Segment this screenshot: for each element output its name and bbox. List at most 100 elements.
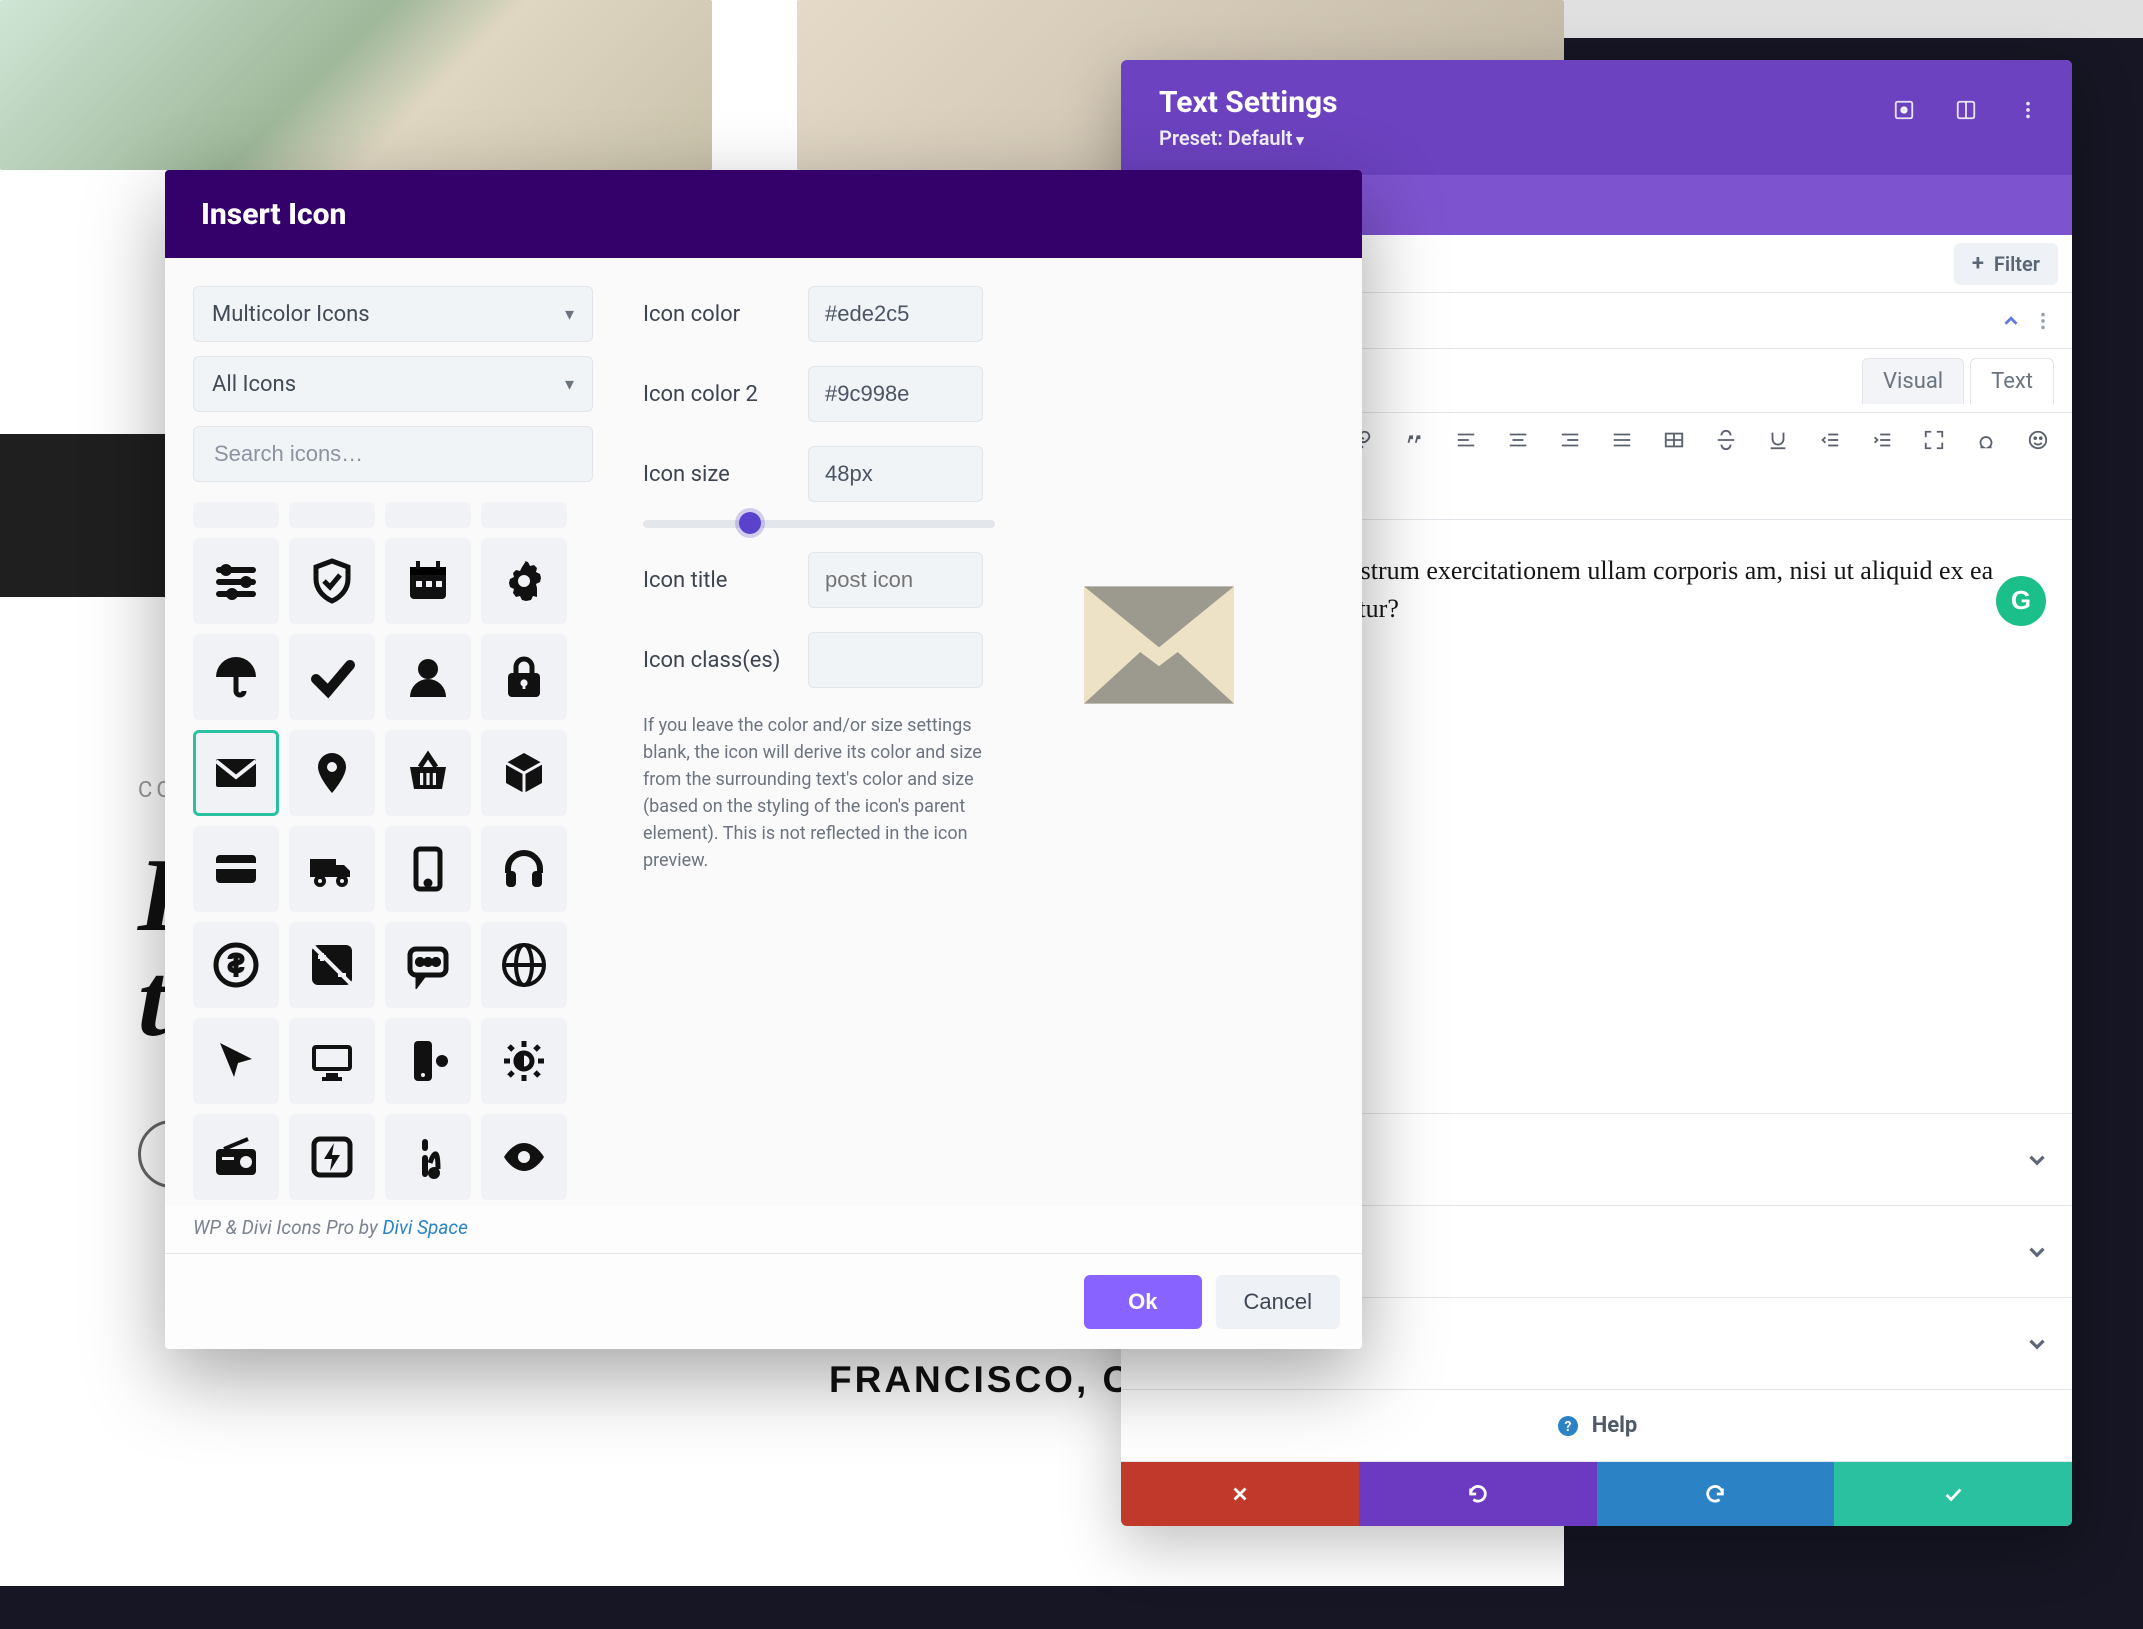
icon-color-input[interactable] [808, 286, 983, 342]
basket-icon[interactable] [385, 730, 471, 816]
align-justify-icon[interactable] [1601, 419, 1643, 461]
text-settings-header: Text Settings Preset: Default [1121, 60, 2072, 175]
icon-color2-input[interactable] [808, 366, 983, 422]
fullscreen-icon[interactable] [1884, 90, 1924, 130]
cancel-button[interactable]: Cancel [1216, 1275, 1340, 1329]
panel-save-button[interactable] [1834, 1462, 2072, 1526]
help-label: Help [1592, 1413, 1638, 1438]
truck-icon[interactable] [289, 826, 375, 912]
umbrella-icon[interactable] [193, 634, 279, 720]
lock-icon[interactable] [481, 634, 567, 720]
icon-settings-description: If you leave the color and/or size setti… [643, 712, 983, 874]
phone-dot-icon[interactable] [385, 1018, 471, 1104]
icon-classes-label: Icon class(es) [643, 648, 788, 673]
panel-undo-button[interactable] [1359, 1462, 1597, 1526]
lowercase-i-icon[interactable] [385, 1114, 471, 1200]
icon-color-label: Icon color [643, 302, 788, 327]
bg-location-line: FRANCISCO, CA [829, 1359, 1162, 1401]
eye-icon[interactable] [481, 1114, 567, 1200]
icon-filter-select[interactable]: All Icons ▾ [193, 356, 593, 412]
plus-minus-icon[interactable] [289, 922, 375, 1008]
help-link[interactable]: ? Help [1121, 1390, 2072, 1462]
align-right-icon[interactable] [1549, 419, 1591, 461]
icon-category-value: Multicolor Icons [212, 302, 370, 327]
text-settings-title: Text Settings [1159, 85, 1338, 120]
sun-icon[interactable] [481, 1018, 567, 1104]
placeholder-icon[interactable] [193, 502, 279, 528]
more-vertical-icon[interactable] [2008, 90, 2048, 130]
editor-tab-visual[interactable]: Visual [1862, 358, 1964, 404]
map-pin-icon[interactable] [289, 730, 375, 816]
chevron-down-icon: ▾ [565, 374, 574, 395]
dollar-circle-icon[interactable] [193, 922, 279, 1008]
strikethrough-icon[interactable] [1705, 419, 1747, 461]
calendar-icon[interactable] [385, 538, 471, 624]
icon-preview-area [983, 286, 1334, 1200]
icon-grid-wrapper [193, 502, 593, 1200]
collapse-up-icon[interactable] [2000, 310, 2022, 332]
icon-title-input[interactable] [808, 552, 983, 608]
icon-search-input[interactable] [212, 440, 574, 468]
credit-card-icon[interactable] [193, 826, 279, 912]
chevron-down-icon [2024, 1147, 2050, 1173]
placeholder-icon[interactable] [289, 502, 375, 528]
fullscreen-editor-icon[interactable] [1913, 419, 1955, 461]
icon-settings-form: Icon color Icon color 2 Icon size Icon t… [623, 286, 983, 1200]
icon-grid [193, 502, 585, 1200]
split-view-icon[interactable] [1946, 90, 1986, 130]
headphones-icon[interactable] [481, 826, 567, 912]
cursor-icon[interactable] [193, 1018, 279, 1104]
panel-redo-button[interactable] [1597, 1462, 1835, 1526]
check-icon[interactable] [289, 634, 375, 720]
quote-icon[interactable] [1393, 419, 1435, 461]
placeholder-icon[interactable] [481, 502, 567, 528]
globe-icon[interactable] [481, 922, 567, 1008]
underline-icon[interactable] [1757, 419, 1799, 461]
mail-icon [1084, 586, 1234, 704]
tablet-icon[interactable] [385, 826, 471, 912]
align-center-icon[interactable] [1497, 419, 1539, 461]
icon-category-select[interactable]: Multicolor Icons ▾ [193, 286, 593, 342]
icon-search-input-wrapper [193, 426, 593, 482]
emoji-icon[interactable] [2017, 419, 2059, 461]
preset-dropdown[interactable]: Preset: Default [1159, 126, 1338, 150]
table-icon[interactable] [1653, 419, 1695, 461]
special-char-icon[interactable] [1965, 419, 2007, 461]
help-icon: ? [1556, 1414, 1580, 1438]
indent-icon[interactable] [1861, 419, 1903, 461]
placeholder-icon[interactable] [385, 502, 471, 528]
user-icon[interactable] [385, 634, 471, 720]
credit-link[interactable]: Divi Space [382, 1216, 467, 1239]
shield-check-icon[interactable] [289, 538, 375, 624]
editor-tab-text[interactable]: Text [1970, 358, 2054, 404]
undo-icon [1467, 1483, 1489, 1505]
grammarly-letter: G [2011, 582, 2031, 620]
gear-icon[interactable] [481, 538, 567, 624]
panel-close-button[interactable] [1121, 1462, 1359, 1526]
plus-icon: + [1972, 251, 1984, 276]
flash-box-icon[interactable] [289, 1114, 375, 1200]
icon-color2-label: Icon color 2 [643, 382, 788, 407]
chat-dots-icon[interactable] [385, 922, 471, 1008]
chevron-down-icon [2024, 1331, 2050, 1357]
mail-icon[interactable] [193, 730, 279, 816]
align-left-icon[interactable] [1445, 419, 1487, 461]
redo-icon [1704, 1483, 1726, 1505]
sliders-icon[interactable] [193, 538, 279, 624]
chevron-down-icon: ▾ [565, 304, 574, 325]
grammarly-badge[interactable]: G [1996, 576, 2046, 626]
icon-size-input[interactable] [808, 446, 983, 502]
filter-button[interactable]: + Filter [1954, 243, 2058, 285]
monitor-icon[interactable] [289, 1018, 375, 1104]
ok-button[interactable]: Ok [1084, 1275, 1201, 1329]
icon-classes-input[interactable] [808, 632, 983, 688]
row-more-icon[interactable] [2032, 310, 2054, 332]
icon-size-slider[interactable] [643, 520, 995, 528]
filter-label: Filter [1994, 252, 2040, 276]
package-icon[interactable] [481, 730, 567, 816]
outdent-icon[interactable] [1809, 419, 1851, 461]
modal-footer: Ok Cancel [165, 1253, 1362, 1349]
icon-size-label: Icon size [643, 462, 788, 487]
radio-icon[interactable] [193, 1114, 279, 1200]
slider-thumb[interactable] [739, 512, 761, 534]
